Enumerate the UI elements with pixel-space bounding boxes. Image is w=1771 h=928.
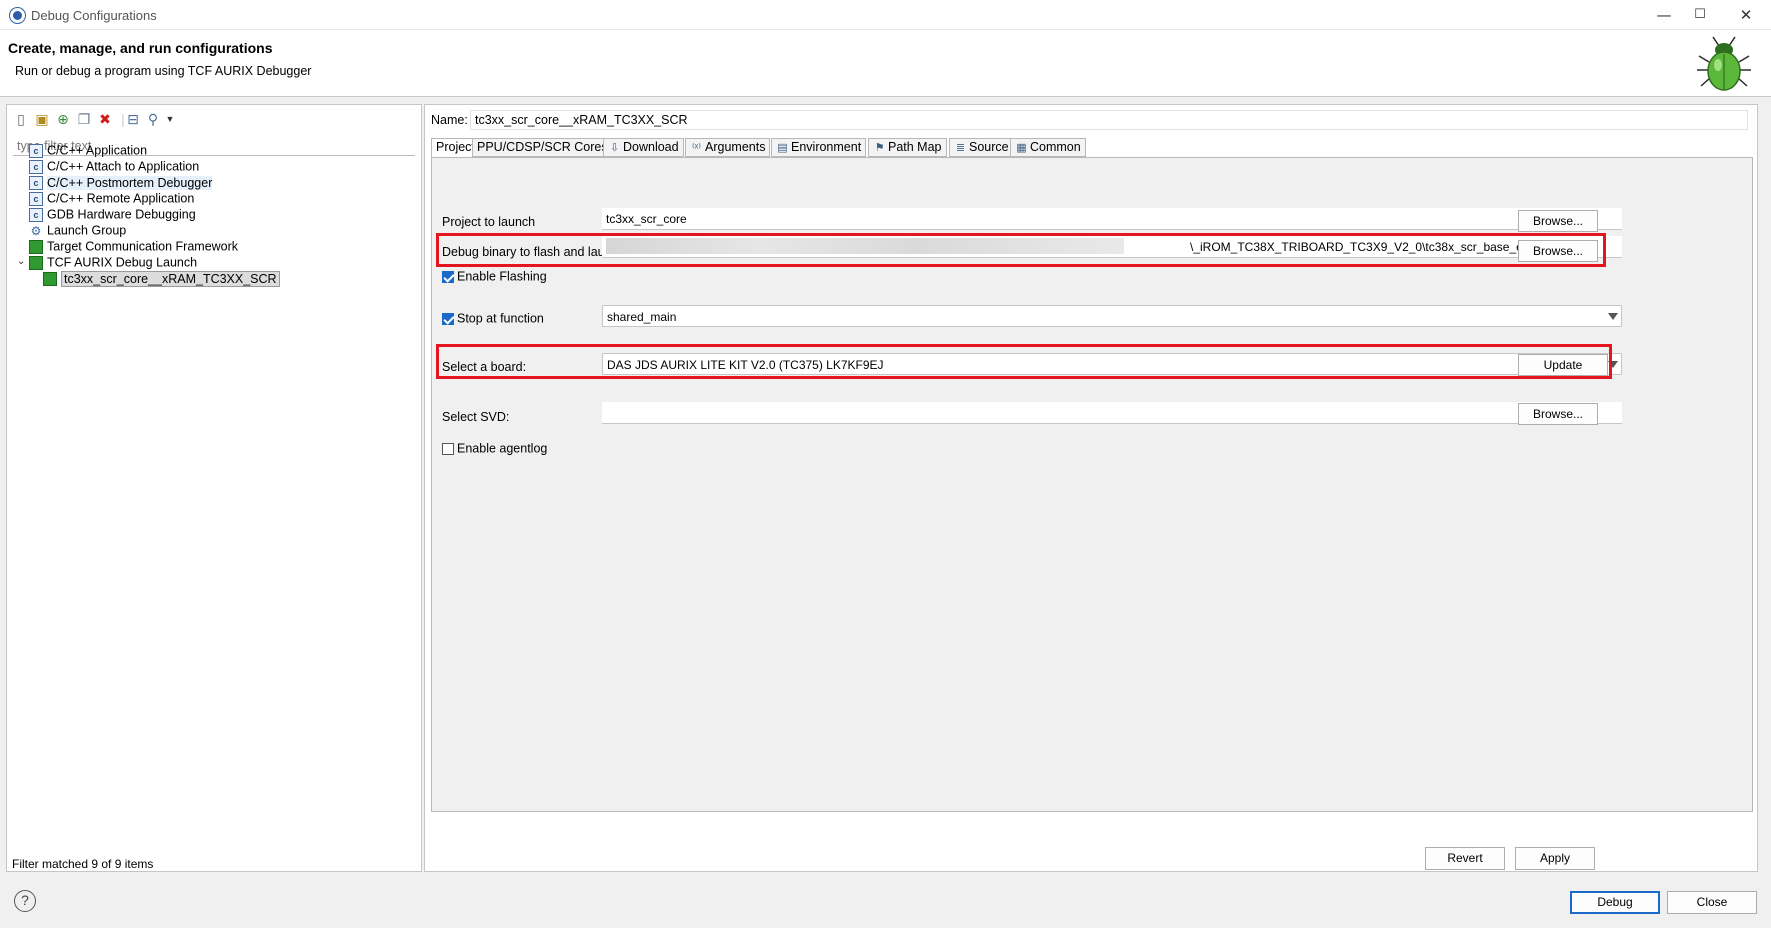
highlight-box-board [436, 344, 1612, 379]
collapse-all-icon[interactable]: ⊟ [125, 111, 141, 127]
path-map-icon: ⚑ [874, 142, 885, 154]
close-window-button[interactable]: ✕ [1726, 4, 1766, 26]
stop-function-combo[interactable]: shared_main [602, 305, 1622, 327]
title-bar: Debug Configurations — ☐ ✕ [0, 0, 1771, 30]
download-icon: ⇩ [609, 142, 620, 154]
close-button[interactable]: Close [1667, 891, 1757, 914]
tab-bar: Project PPU/CDSP/SCR Cores ⇩ Download ⁽ˣ⁾… [431, 138, 1751, 158]
tab-path-map[interactable]: ⚑ Path Map [868, 138, 947, 157]
tab-arguments[interactable]: ⁽ˣ⁾ Arguments [685, 138, 771, 157]
new-prototype-icon[interactable]: ▣ [34, 111, 50, 127]
expand-chevron-down-icon[interactable]: ⌄ [17, 253, 25, 271]
project-field[interactable]: tc3xx_scr_core [602, 208, 1622, 230]
config-editor-panel: Name: Project PPU/CDSP/SCR Cores ⇩Downlo… [424, 104, 1758, 872]
c-config-icon: c [29, 175, 43, 190]
name-input[interactable] [470, 110, 1748, 130]
tab-download[interactable]: ⇩ Download [603, 138, 684, 157]
dialog-header: Create, manage, and run configurations R… [0, 30, 1771, 97]
window-title: Debug Configurations [31, 8, 157, 23]
duplicate-icon[interactable]: ❐ [76, 111, 92, 127]
dialog-subtitle: Run or debug a program using TCF AURIX D… [15, 64, 312, 78]
launch-group-icon: ⚙ [30, 223, 42, 238]
config-tree-panel: ▯ ▣ ⊕ ❐ ✖ | ⊟ ⚲ ▼ cC/C++ Application cC/… [6, 104, 422, 872]
environment-icon: ▤ [777, 142, 788, 154]
debug-button[interactable]: Debug [1570, 891, 1660, 914]
highlight-box-binary [436, 233, 1606, 267]
tcf-icon [43, 271, 57, 286]
tab-source[interactable]: ≣ Source [949, 138, 1014, 157]
c-config-icon: c [29, 207, 43, 222]
bug-icon [1697, 36, 1751, 91]
chevron-down-icon [1608, 313, 1618, 320]
export-icon[interactable]: ⊕ [55, 111, 71, 127]
app-icon [10, 8, 25, 23]
filter-icon[interactable]: ⚲ [145, 111, 161, 127]
filter-menu-chevron-down-icon[interactable]: ▼ [162, 111, 178, 127]
help-icon[interactable]: ? [14, 890, 36, 912]
dialog-title: Create, manage, and run configurations [8, 40, 273, 56]
tab-environment[interactable]: ▤ Environment [771, 138, 867, 157]
delete-icon[interactable]: ✖ [97, 111, 113, 127]
svd-label: Select SVD: [442, 410, 510, 424]
new-config-icon[interactable]: ▯ [13, 111, 29, 127]
c-config-icon: c [29, 143, 43, 158]
filter-status: Filter matched 9 of 9 items [12, 857, 154, 871]
checkbox-checked-icon [442, 270, 454, 283]
checkbox-checked-icon [442, 312, 454, 325]
arguments-icon: ⁽ˣ⁾ [691, 142, 701, 154]
c-config-icon: c [29, 159, 43, 174]
apply-button[interactable]: Apply [1515, 847, 1595, 870]
project-label: Project to launch [442, 215, 536, 229]
common-icon: ▦ [1016, 142, 1027, 154]
tree-item-selected-config[interactable]: tc3xx_scr_core__xRAM_TC3XX_SCR [43, 269, 280, 287]
c-config-icon: c [29, 191, 43, 206]
svd-field[interactable] [602, 402, 1622, 424]
source-icon: ≣ [955, 142, 966, 154]
enable-agentlog-checkbox[interactable]: Enable agentlog [442, 441, 547, 457]
name-label: Name: [431, 113, 468, 127]
enable-flashing-checkbox[interactable]: Enable Flashing [442, 269, 547, 285]
tree-toolbar: ▯ ▣ ⊕ ❐ ✖ | ⊟ ⚲ ▼ [13, 109, 413, 131]
revert-button[interactable]: Revert [1425, 847, 1505, 870]
stop-at-function-checkbox[interactable]: Stop at function [442, 311, 544, 327]
project-tab-panel: Project to launch tc3xx_scr_core Browse.… [431, 157, 1753, 812]
checkbox-unchecked-icon [442, 442, 454, 455]
tcf-icon [29, 255, 43, 270]
tcf-icon [29, 239, 43, 254]
browse-svd-button[interactable]: Browse... [1518, 403, 1598, 425]
tab-common[interactable]: ▦ Common [1010, 138, 1086, 157]
maximize-button[interactable]: ☐ [1680, 4, 1720, 26]
tab-cores[interactable]: PPU/CDSP/SCR Cores [472, 138, 613, 157]
minimize-button[interactable]: — [1644, 4, 1684, 26]
browse-project-button[interactable]: Browse... [1518, 210, 1598, 232]
